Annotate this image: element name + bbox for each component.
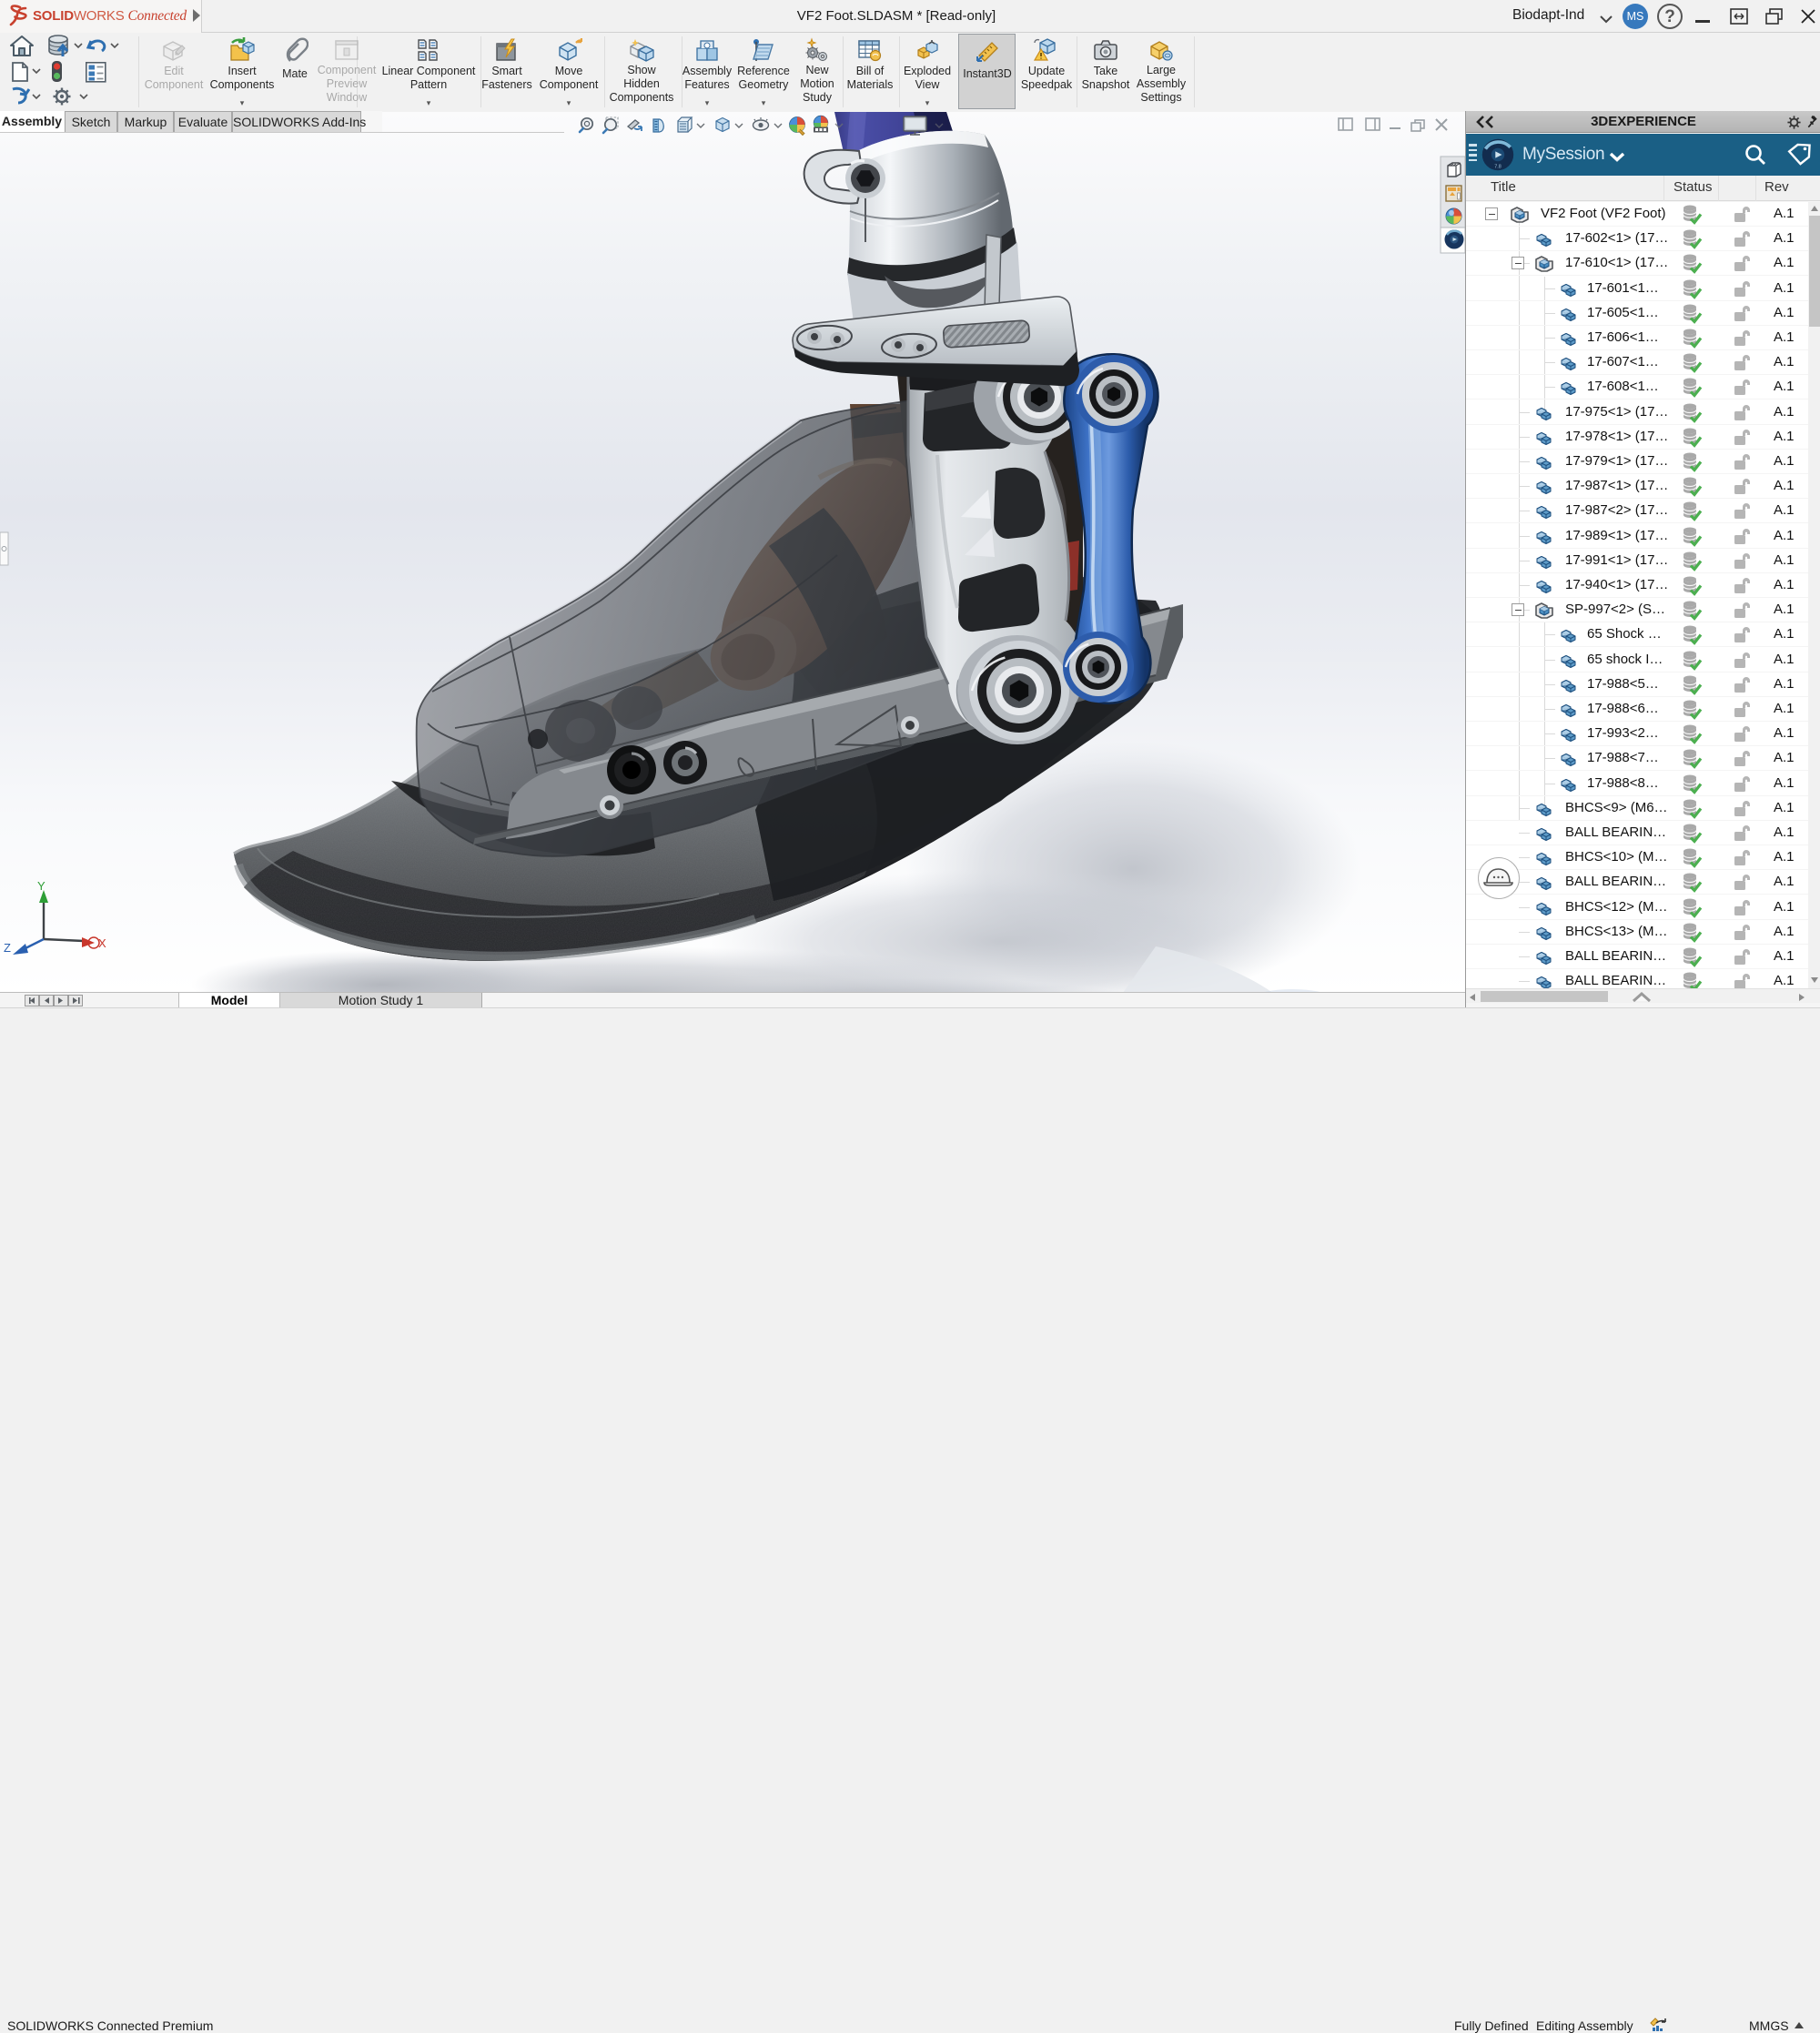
svg-text:7.8: 7.8 (1494, 164, 1502, 169)
svg-text:Y: Y (37, 879, 46, 893)
svg-text:Z: Z (4, 941, 11, 955)
